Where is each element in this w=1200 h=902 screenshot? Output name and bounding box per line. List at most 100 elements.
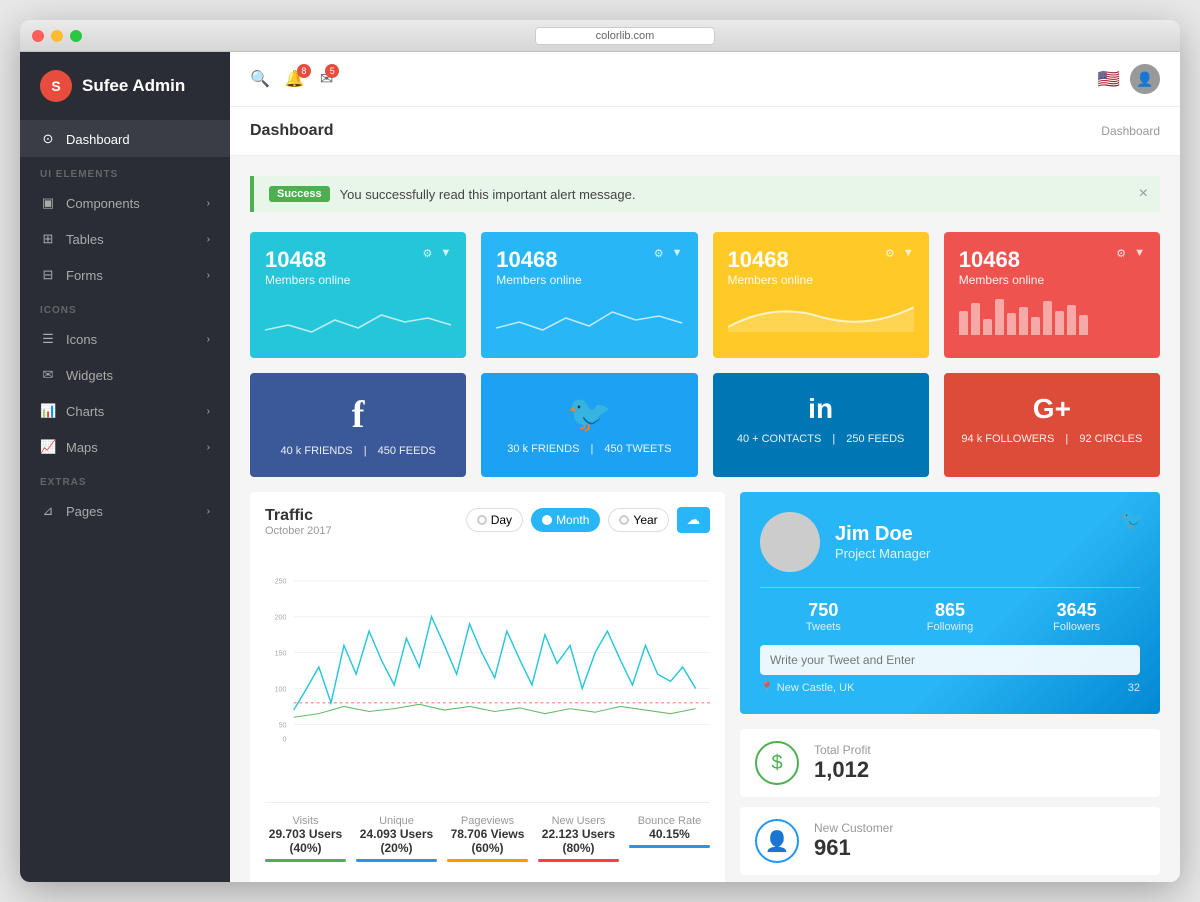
sidebar: S Sufee Admin ⊙ Dashboard UI ELEMENTS ▣ …: [20, 52, 230, 882]
chart-stat-bar-2: [447, 859, 528, 862]
maximize-button[interactable]: [70, 30, 82, 42]
profile-role: Project Manager: [835, 546, 930, 561]
sidebar-item-pages[interactable]: ⊿ Pages ›: [20, 493, 230, 529]
chart-stat-value-2: 78.706 Views (60%): [447, 827, 528, 855]
stat-number-2: 10468: [728, 247, 813, 273]
sidebar-label-dashboard: Dashboard: [66, 132, 130, 147]
googleplus-icon: G+: [959, 393, 1145, 425]
notification-badge: 8: [297, 64, 311, 78]
brand-name: Sufee Admin: [82, 76, 185, 96]
sidebar-item-icons[interactable]: ☰ Icons ›: [20, 321, 230, 357]
stat-dropdown-icon[interactable]: ▼: [1134, 247, 1145, 260]
page-title: Dashboard: [250, 122, 334, 140]
close-button[interactable]: [32, 30, 44, 42]
widgets-icon: ✉: [40, 367, 56, 383]
svg-text:200: 200: [275, 614, 287, 622]
language-flag[interactable]: 🇺🇸: [1098, 69, 1120, 90]
chevron-icon: ›: [207, 234, 210, 245]
chart-year-btn[interactable]: Year: [608, 508, 668, 532]
chevron-icon: ›: [207, 506, 210, 517]
stat-card-2: 10468 Members online ⚙ ▼: [713, 232, 929, 358]
section-label-extras: EXTRAS: [20, 465, 230, 493]
sidebar-item-charts[interactable]: 📊 Charts ›: [20, 393, 230, 429]
tweet-char-count: 32: [1128, 682, 1140, 694]
chart-stats-row: Visits 29.703 Users (40%) Unique 24.093 …: [265, 802, 710, 862]
sidebar-item-tables[interactable]: ⊞ Tables ›: [20, 221, 230, 257]
sidebar-item-components[interactable]: ▣ Components ›: [20, 185, 230, 221]
stat-dropdown-icon[interactable]: ▼: [440, 247, 451, 260]
tweet-input-area: 📍 New Castle, UK 32: [760, 645, 1140, 694]
customer-icon: 👤: [755, 819, 799, 863]
metric-cards: $ Total Profit 1,012 👤 New Cus: [740, 729, 1160, 882]
alert-badge: Success: [269, 186, 330, 202]
chart-stat-newusers: New Users 22.123 Users (80%): [538, 815, 619, 862]
user-avatar[interactable]: 👤: [1130, 64, 1160, 94]
profile-card: 🐦 Jim Doe: [740, 492, 1160, 714]
stat-label-0: Members online: [265, 273, 350, 287]
linkedin-icon: in: [728, 393, 914, 425]
alert-close-button[interactable]: ×: [1139, 185, 1148, 203]
search-icon[interactable]: 🔍: [250, 69, 270, 89]
chart-stat-label-3: New Users: [538, 815, 619, 827]
section-label-ui: UI ELEMENTS: [20, 157, 230, 185]
sidebar-label-components: Components: [66, 196, 140, 211]
stat-dropdown-icon[interactable]: ▼: [903, 247, 914, 260]
metric-label-0: Total Profit: [814, 743, 871, 757]
svg-text:250: 250: [275, 578, 287, 586]
tweet-input[interactable]: [760, 645, 1140, 675]
sidebar-label-tables: Tables: [66, 232, 104, 247]
location-icon: 📍: [760, 682, 774, 694]
stat-gear-icon[interactable]: ⚙: [1116, 247, 1126, 260]
chevron-icon: ›: [207, 334, 210, 345]
chart-title: Traffic: [265, 507, 332, 525]
pages-icon: ⊿: [40, 503, 56, 519]
profile-stats: 750 Tweets 865 Following 3645: [760, 587, 1140, 633]
bottom-row: Traffic October 2017 Day: [250, 492, 1160, 882]
chevron-icon: ›: [207, 442, 210, 453]
chart-month-btn[interactable]: Month: [531, 508, 600, 532]
twitter-icon: 🐦: [496, 393, 682, 435]
stat-gear-icon[interactable]: ⚙: [422, 247, 432, 260]
components-icon: ▣: [40, 195, 56, 211]
stat-dropdown-icon[interactable]: ▼: [672, 247, 683, 260]
sidebar-label-pages: Pages: [66, 504, 103, 519]
stat-label-3: Members online: [959, 273, 1044, 287]
charts-icon: 📊: [40, 403, 56, 419]
profile-following-stat: 865 Following: [887, 600, 1014, 633]
sidebar-item-widgets[interactable]: ✉ Widgets: [20, 357, 230, 393]
twitter-stats: 30 k FRIENDS | 450 TWEETS: [496, 443, 682, 455]
stat-card-3: 10468 Members online ⚙ ▼: [944, 232, 1160, 358]
stat-gear-icon[interactable]: ⚙: [654, 247, 664, 260]
notifications-icon[interactable]: 🔔 8: [285, 69, 305, 89]
profile-tweets-stat: 750 Tweets: [760, 600, 887, 633]
chart-subtitle: October 2017: [265, 525, 332, 537]
social-card-googleplus: G+ 94 k FOLLOWERS | 92 CIRCLES: [944, 373, 1160, 477]
profile-name: Jim Doe: [835, 523, 930, 546]
alert-message: You successfully read this important ale…: [340, 187, 636, 202]
sidebar-label-icons: Icons: [66, 332, 97, 347]
minimize-button[interactable]: [51, 30, 63, 42]
chart-day-btn[interactable]: Day: [466, 508, 523, 532]
profile-followers-stat: 3645 Followers: [1013, 600, 1140, 633]
sidebar-label-forms: Forms: [66, 268, 103, 283]
sidebar-item-forms[interactable]: ⊟ Forms ›: [20, 257, 230, 293]
url-bar: colorlib.com: [82, 30, 1168, 42]
sidebar-item-dashboard[interactable]: ⊙ Dashboard: [20, 121, 230, 157]
stat-gear-icon[interactable]: ⚙: [885, 247, 895, 260]
chart-stat-bar-4: [629, 845, 710, 848]
profit-icon: $: [755, 741, 799, 785]
cloud-download-button[interactable]: ☁: [677, 507, 710, 533]
sidebar-label-widgets: Widgets: [66, 368, 113, 383]
topnav: 🔍 🔔 8 ✉ 5 🇺🇸 👤: [230, 52, 1180, 107]
messages-icon[interactable]: ✉ 5: [320, 69, 333, 89]
chart-stat-bar-1: [356, 859, 437, 862]
chart-stat-value-0: 29.703 Users (40%): [265, 827, 346, 855]
chart-stat-label-2: Pageviews: [447, 815, 528, 827]
brand-icon: S: [40, 70, 72, 102]
window-controls[interactable]: [32, 30, 82, 42]
chart-stat-value-4: 40.15%: [629, 827, 710, 841]
sidebar-item-maps[interactable]: 📈 Maps ›: [20, 429, 230, 465]
profile-location: 📍 New Castle, UK: [760, 681, 854, 694]
tables-icon: ⊞: [40, 231, 56, 247]
stats-row: 10468 Members online ⚙ ▼: [250, 232, 1160, 358]
